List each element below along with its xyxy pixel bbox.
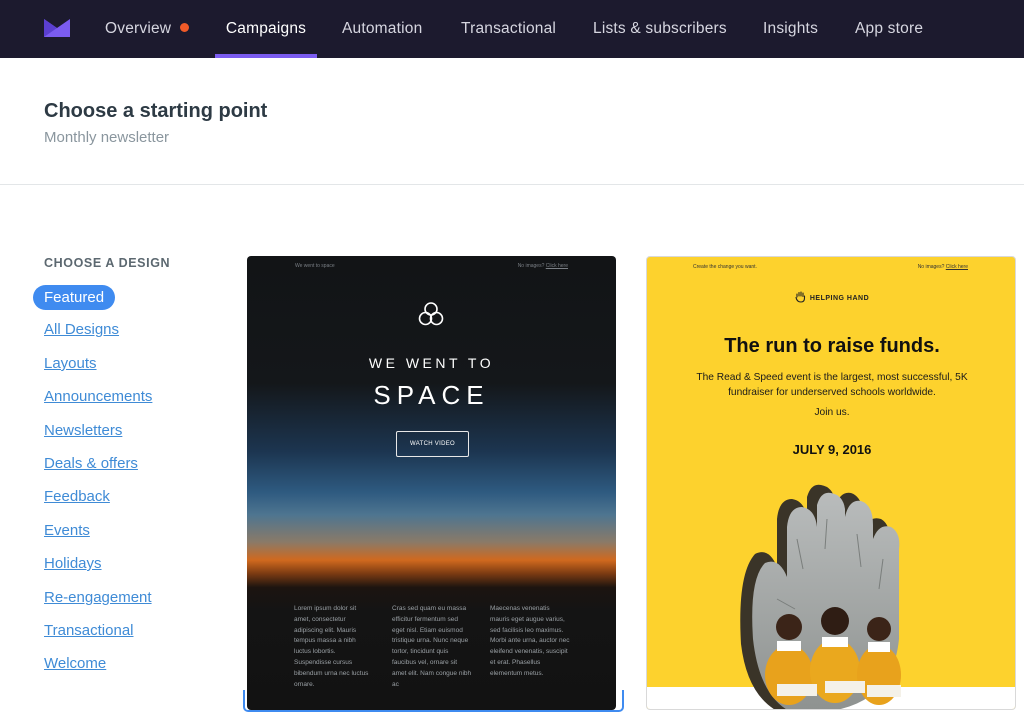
- template-card-helping-hand[interactable]: Create the change you want. No images? C…: [646, 256, 1016, 710]
- brand-name: HELPING HAND: [647, 291, 1015, 303]
- nav-campaigns[interactable]: Campaigns: [215, 0, 317, 58]
- nav-insights[interactable]: Insights: [763, 0, 818, 58]
- sidebar-item-featured[interactable]: Featured: [33, 285, 116, 310]
- top-nav: Overview Campaigns Automation Transactio…: [0, 0, 1024, 58]
- logo-icon[interactable]: [44, 19, 70, 37]
- sidebar-item-feedback[interactable]: Feedback: [44, 488, 110, 505]
- text-column: Maecenas venenatis mauris eget augue var…: [490, 605, 570, 677]
- template-card-space[interactable]: We went to space No images? Click here W…: [247, 256, 616, 710]
- text-column: Lorem ipsum dolor sit amet, consectetur …: [294, 605, 369, 688]
- notification-dot: [180, 23, 190, 32]
- nav-lists-subscribers[interactable]: Lists & subscribers: [593, 0, 727, 58]
- sidebar-item-re-engagement[interactable]: Re-engagement: [44, 589, 152, 606]
- join-text: Join us.: [814, 407, 850, 418]
- nav-overview[interactable]: Overview: [105, 0, 190, 58]
- preheader-text: Create the change you want.: [693, 264, 757, 270]
- hand-photo-image: [740, 484, 901, 709]
- text-column: Cras sed quam eu massa efficitur ferment…: [392, 605, 472, 688]
- sidebar-item-transactional[interactable]: Transactional: [44, 622, 134, 639]
- event-date: JULY 9, 2016: [792, 442, 872, 457]
- hero-subheading: WE WENT TO: [368, 355, 495, 371]
- sidebar-item-holidays[interactable]: Holidays: [44, 555, 102, 572]
- nav-transactional[interactable]: Transactional: [461, 0, 556, 58]
- sidebar-item-layouts[interactable]: Layouts: [44, 355, 97, 372]
- sidebar-item-announcements[interactable]: Announcements: [44, 388, 152, 405]
- watch-video-button: WATCH VIDEO: [396, 431, 469, 457]
- sidebar-item-newsletters[interactable]: Newsletters: [44, 422, 122, 439]
- hero-heading: SPACE: [373, 380, 490, 410]
- active-tab-indicator: [215, 54, 317, 58]
- preheader-text: We went to space: [295, 263, 335, 269]
- hand-icon: [795, 291, 805, 303]
- brand-rings-icon: [418, 302, 444, 326]
- nav-app-store[interactable]: App store: [855, 0, 923, 58]
- page-title: Choose a starting point: [44, 100, 268, 122]
- nav-automation[interactable]: Automation: [342, 0, 422, 58]
- page-subtitle: Monthly newsletter: [44, 129, 170, 146]
- preheader-right: No images? Click here: [917, 264, 968, 270]
- preheader-right: No images? Click here: [517, 263, 568, 269]
- header-divider: [0, 184, 1024, 185]
- sidebar-item-deals-offers[interactable]: Deals & offers: [44, 455, 138, 472]
- sidebar-item-events[interactable]: Events: [44, 522, 90, 539]
- campaign-title: The run to raise funds.: [724, 335, 940, 357]
- sidebar-item-all-designs[interactable]: All Designs: [44, 321, 119, 338]
- sidebar-heading: CHOOSE A DESIGN: [44, 256, 171, 270]
- sidebar-item-welcome[interactable]: Welcome: [44, 655, 106, 672]
- campaign-body: The Read & Speed event is the largest, m…: [696, 372, 968, 398]
